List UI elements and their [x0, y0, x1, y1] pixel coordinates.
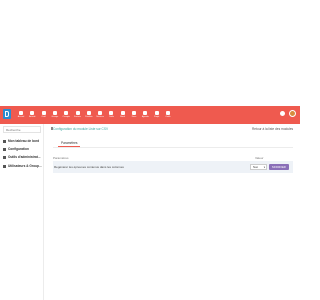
- sidebar-item-label: Mon tableau de bord: [8, 139, 40, 143]
- chevron-down-icon: ▾: [263, 166, 265, 169]
- sidebar-item-label: Configuration: [8, 147, 29, 151]
- docs-icon: [132, 111, 136, 115]
- services-icon: [98, 111, 103, 115]
- nav-item-13[interactable]: Outils: [161, 110, 175, 122]
- invoice-icon: [75, 111, 80, 115]
- group-icon: [52, 111, 57, 115]
- tool-icon: [41, 111, 46, 115]
- page-title: Configuration du module Liste sur CSV: [53, 127, 109, 131]
- select-value: Non: [253, 165, 259, 169]
- sidebar-item-dashboard[interactable]: Mon tableau de bord: [3, 138, 43, 146]
- setting-label: Regénérer les épreuves contenus dans les…: [54, 165, 124, 169]
- dashboard-icon: [3, 140, 6, 143]
- user-avatar[interactable]: [289, 110, 296, 117]
- back-to-modules-link[interactable]: Retour à la liste des modules: [252, 127, 293, 131]
- column-header-parametres: Paramètres: [53, 156, 69, 160]
- sidebar-item-configuration[interactable]: Configuration: [3, 146, 43, 154]
- logo-glyph: [5, 111, 9, 117]
- nav-item-label: Outils: [165, 116, 171, 118]
- accounting-icon: [64, 111, 69, 115]
- wrench-icon: [165, 111, 170, 115]
- sidebar-item-label: Outils d'administrat...: [8, 155, 41, 159]
- sidebar-item-admin-tools[interactable]: Outils d'administrat...: [3, 154, 43, 162]
- sidebar-item-label: Utilisateurs & Group...: [8, 164, 42, 168]
- value-select[interactable]: Non ▾: [250, 164, 267, 170]
- tools-icon: [109, 111, 114, 115]
- sidebar-item-users-groups[interactable]: Utilisateurs & Group...: [3, 163, 43, 171]
- modify-button[interactable]: MODIFIER: [269, 164, 289, 170]
- help-icon[interactable]: [280, 111, 285, 116]
- activity-icon: [30, 111, 35, 115]
- tab-parametres[interactable]: Paramètres: [58, 140, 81, 147]
- sidebar-search-input[interactable]: [3, 126, 41, 133]
- column-header-valeur: Valeur: [255, 156, 264, 160]
- config-icon: [3, 148, 6, 151]
- project-icon: [154, 111, 159, 115]
- agenda-icon: [143, 111, 148, 115]
- admin-tools-icon: [3, 156, 6, 159]
- users-icon: [3, 165, 6, 168]
- stock-icon: [120, 111, 125, 115]
- product-icon: [86, 111, 91, 115]
- app-logo[interactable]: [3, 109, 11, 119]
- tab-divider: [53, 147, 293, 148]
- home-icon: [19, 111, 23, 115]
